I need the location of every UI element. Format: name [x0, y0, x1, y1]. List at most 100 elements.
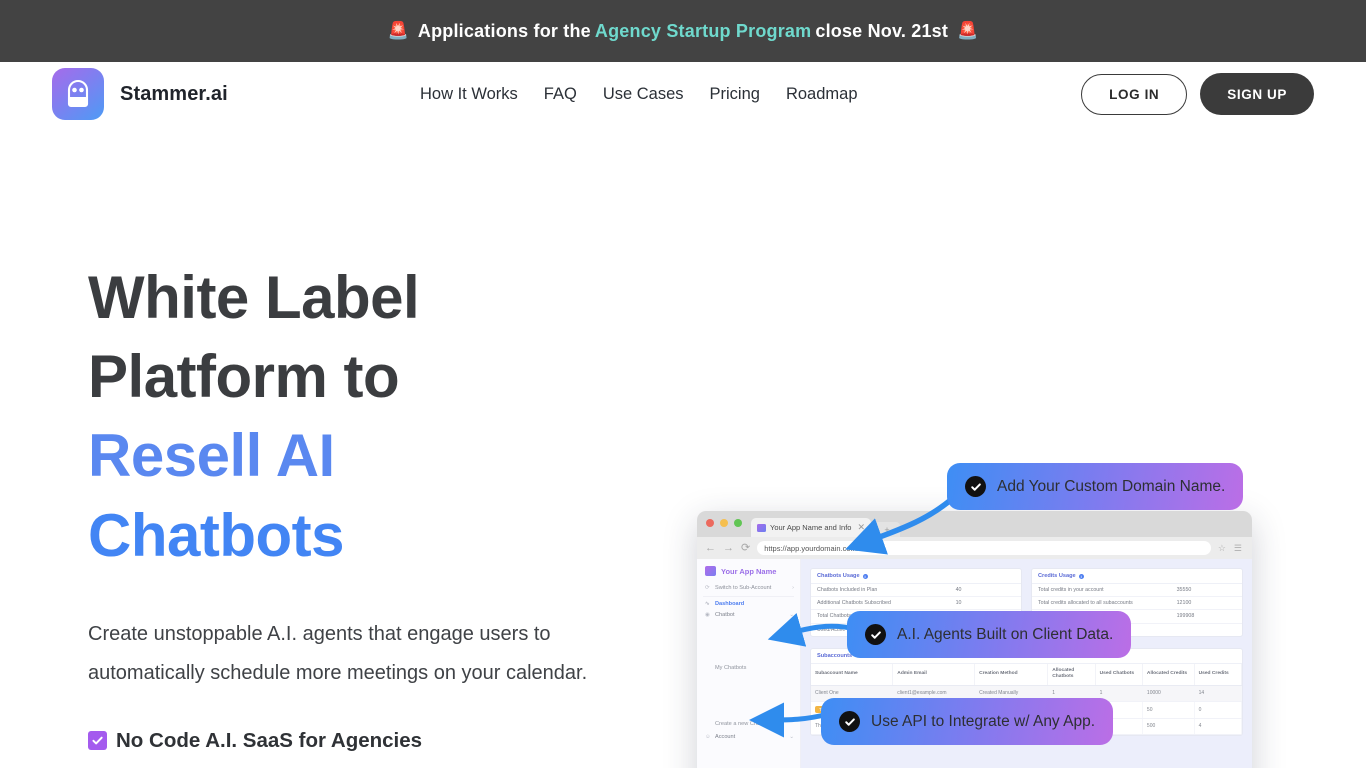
switch-icon: ⟳ — [705, 585, 710, 592]
sidebar-item-label: Create a new Chatbot — [715, 720, 770, 727]
row-label: Total credits in your account — [1032, 584, 1171, 598]
column-subaccount-name: Subaccount Name — [811, 663, 894, 686]
login-button[interactable]: LOG IN — [1081, 73, 1188, 115]
new-tab-button[interactable]: + — [874, 522, 900, 537]
check-circle-icon — [839, 711, 860, 732]
headline-line-3: Resell AI — [88, 422, 335, 490]
row-value: 35550 — [1170, 584, 1242, 598]
minimize-window-icon[interactable] — [720, 519, 728, 527]
sidebar-item-dashboard[interactable]: ∿ Dashboard — [697, 599, 800, 610]
header-actions: LOG IN SIGN UP — [1081, 73, 1314, 115]
sidebar-item-label: Dashboard — [715, 601, 745, 608]
callout-text: Add Your Custom Domain Name. — [997, 477, 1226, 495]
site-header: Stammer.ai How It Works FAQ Use Cases Pr… — [0, 62, 1366, 126]
tab-favicon-icon — [757, 523, 766, 532]
hero-copy: White Label Platform to Resell AI Chatbo… — [88, 258, 648, 768]
table-row: Total credits in your account 35550 — [1032, 584, 1242, 598]
headline-line-2: Platform to — [88, 343, 400, 411]
row-value: 12100 — [1170, 596, 1242, 611]
callout-text: A.I. Agents Built on Client Data. — [897, 625, 1114, 643]
callout-client-data: A.I. Agents Built on Client Data. — [846, 611, 1132, 658]
announcement-highlight-link[interactable]: Agency Startup Program — [595, 21, 811, 42]
headline-line-1: White Label — [88, 264, 420, 331]
close-window-icon[interactable] — [706, 519, 714, 527]
app-title-label: Your App Name — [721, 566, 777, 576]
forward-icon[interactable]: → — [723, 542, 734, 554]
table-row: Chatbots Included in Plan 40 — [811, 584, 1021, 598]
url-input[interactable]: https://app.yourdomain.com/ — [757, 541, 1211, 555]
column-allocated-chatbots: Allocated Chatbots — [1047, 663, 1096, 686]
chatbots-usage-title: Chatbots Usage — [817, 573, 860, 579]
sidebar-item-label: Chatbot — [715, 611, 735, 618]
row-value — [1171, 623, 1242, 636]
nav-use-cases[interactable]: Use Cases — [603, 85, 684, 104]
reload-icon[interactable]: ⟳ — [741, 542, 750, 554]
signup-button[interactable]: SIGN UP — [1200, 73, 1314, 115]
robot-logo-icon — [52, 68, 104, 120]
brand-name: Stammer.ai — [120, 82, 228, 105]
table-row: Total credits allocated to all subaccoun… — [1032, 596, 1242, 611]
column-used-credits: Used Credits — [1194, 663, 1242, 686]
row-label: Chatbots Included in Plan — [811, 584, 950, 598]
app-title: Your App Name — [697, 566, 800, 583]
panel-title: Credits Usage i — [1032, 569, 1242, 584]
cell-allocated-credits: 500 — [1142, 718, 1195, 735]
sidebar-group-account[interactable]: ☺ Account ⌄ — [697, 732, 800, 743]
announcement-text-before: Applications for the — [417, 20, 591, 41]
feature-label: No Code A.I. SaaS for Agencies — [116, 728, 423, 752]
nav-how-it-works[interactable]: How It Works — [420, 85, 518, 104]
nav-pricing[interactable]: Pricing — [710, 85, 760, 104]
announcement-text-after: close Nov. 21st — [815, 20, 949, 41]
column-allocated-credits: Allocated Credits — [1142, 663, 1195, 686]
main-nav: How It Works FAQ Use Cases Pricing Roadm… — [420, 85, 858, 104]
browser-tab[interactable]: Your App Name and Info ✕ — [751, 518, 871, 537]
close-tab-icon[interactable]: ✕ — [857, 522, 865, 533]
sidebar-item-switch-subaccount[interactable]: ⟳ Switch to Sub-Account › — [697, 583, 800, 594]
window-controls — [706, 511, 742, 537]
user-icon: ☺ — [705, 734, 711, 741]
cell-used-credits: 14 — [1194, 685, 1242, 702]
nav-roadmap[interactable]: Roadmap — [786, 85, 858, 104]
globe-icon: ◉ — [705, 611, 710, 618]
app-sidebar: Your App Name ⟳ Switch to Sub-Account › … — [697, 559, 801, 768]
hamburger-menu-icon[interactable]: ☰ — [1234, 543, 1242, 554]
activity-icon: ∿ — [705, 601, 710, 608]
check-circle-icon — [965, 476, 986, 497]
sidebar-item-label: My Chatbots — [715, 664, 747, 671]
panel-title: Chatbots Usage i — [811, 569, 1021, 584]
credits-usage-title: Credits Usage — [1038, 573, 1076, 579]
cell-used-credits: 0 — [1194, 701, 1242, 719]
back-icon[interactable]: ← — [705, 542, 716, 554]
row-label: Total credits allocated to all subaccoun… — [1032, 596, 1171, 611]
url-bar-actions: ☆ ☰ — [1218, 543, 1242, 554]
callout-api-integrate: Use API to Integrate w/ Any App. — [820, 698, 1114, 745]
cell-allocated-credits: 10000 — [1142, 685, 1195, 702]
row-value: 199908 — [1170, 609, 1242, 624]
headline-line-4: Chatbots — [88, 501, 344, 569]
column-creation-method: Creation Method — [974, 663, 1049, 686]
check-circle-icon — [865, 624, 886, 645]
siren-icon-right: 🚨 — [957, 21, 979, 40]
callout-text: Use API to Integrate w/ Any App. — [871, 712, 1096, 730]
callout-custom-domain: Add Your Custom Domain Name. — [946, 463, 1244, 510]
list-item: No Code A.I. SaaS for Agencies — [88, 729, 648, 753]
table-header-row: Subaccount Name Admin Email Creation Met… — [811, 663, 1242, 686]
sidebar-group-chatbot[interactable]: ◉ Chatbot ⌄ — [697, 610, 800, 621]
chevron-right-icon: › — [792, 585, 794, 592]
row-label: Additional Chatbots Subscribed — [811, 596, 950, 611]
bookmark-star-icon[interactable]: ☆ — [1218, 543, 1226, 554]
hero-subtitle: Create unstoppable A.I. agents that enga… — [88, 622, 588, 685]
column-admin-email: Admin Email — [892, 663, 976, 686]
table-row: Additional Chatbots Subscribed 10 — [811, 596, 1021, 611]
sidebar-divider — [703, 595, 794, 597]
page-title: White Label Platform to Resell AI Chatbo… — [88, 258, 648, 575]
maximize-window-icon[interactable] — [734, 519, 742, 527]
column-used-chatbots: Used Chatbots — [1095, 663, 1143, 686]
nav-faq[interactable]: FAQ — [544, 85, 577, 104]
brand-logo[interactable]: Stammer.ai — [52, 68, 228, 120]
info-icon[interactable]: i — [862, 573, 868, 579]
hero-section: White Label Platform to Resell AI Chatbo… — [0, 126, 1366, 768]
announcement-banner: 🚨 Applications for the Agency Startup Pr… — [0, 0, 1366, 62]
info-icon[interactable]: i — [1078, 573, 1084, 579]
hero-feature-list: No Code A.I. SaaS for Agencies Hassle-Fr… — [88, 729, 648, 768]
